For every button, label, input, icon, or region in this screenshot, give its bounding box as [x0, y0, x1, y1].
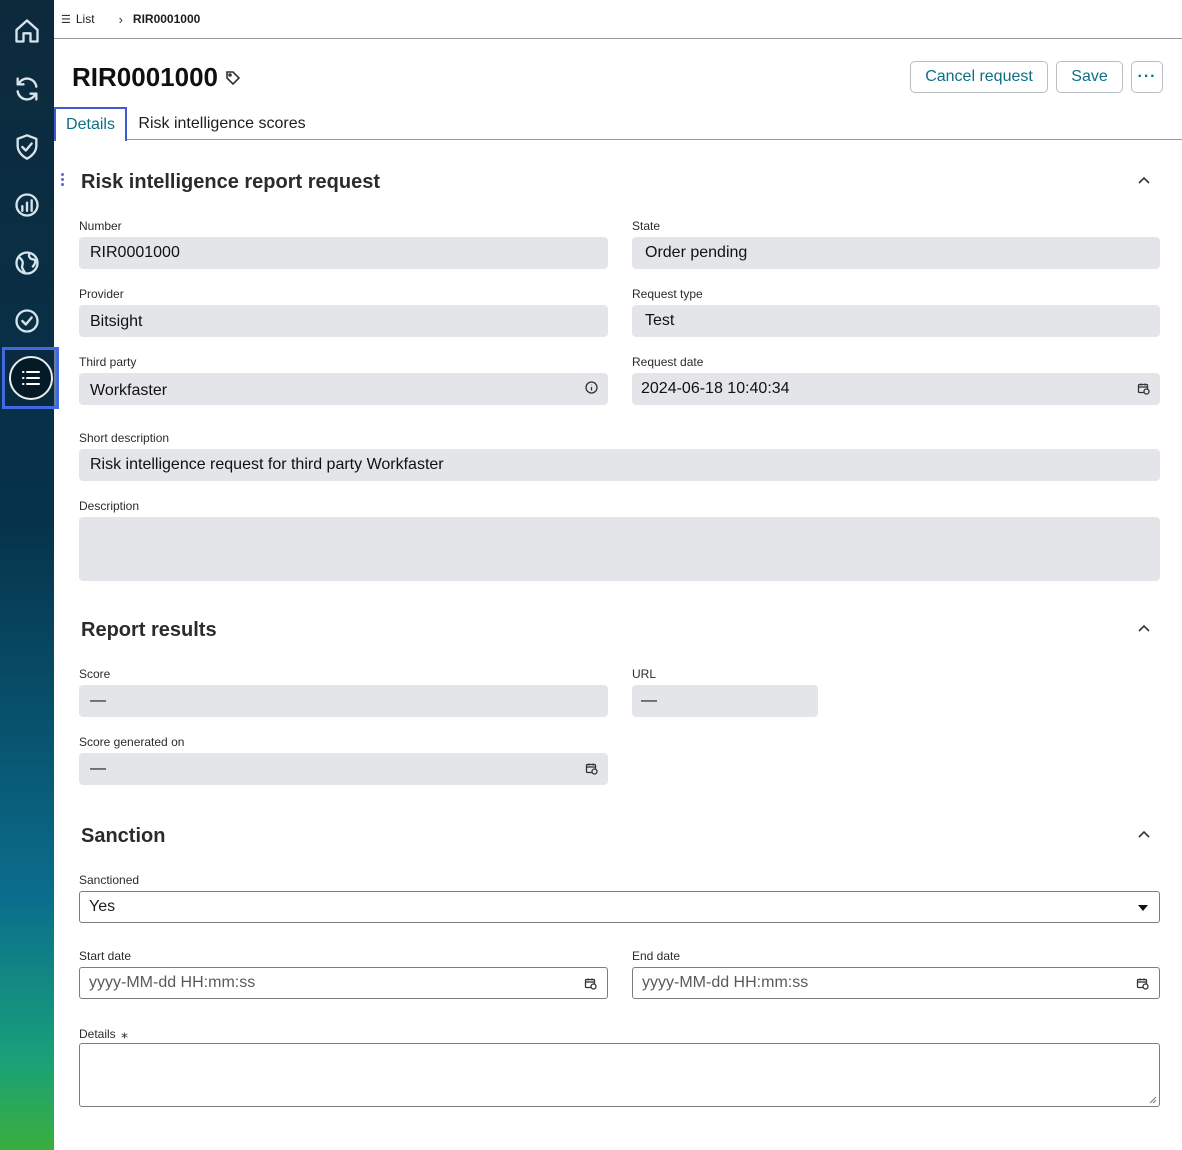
refresh-icon — [16, 77, 38, 101]
url-field[interactable]: — — [632, 685, 818, 717]
chevron-up-icon[interactable] — [1136, 621, 1152, 637]
section-title-results: Report results — [81, 619, 217, 641]
end-date-input[interactable]: yyyy-MM-dd HH:mm:ss — [632, 967, 1160, 999]
caret-down-icon — [1138, 905, 1148, 911]
details-label-text: Details — [79, 1027, 116, 1041]
third-party-value: Workfaster — [90, 381, 168, 399]
sidebar-dashboard[interactable] — [0, 176, 54, 234]
list-icon-circle — [8, 356, 53, 400]
tab-details[interactable]: Details — [54, 107, 127, 141]
calendar-icon[interactable] — [585, 762, 598, 775]
chevron-right-icon: › — [118, 11, 123, 27]
chevron-up-icon[interactable] — [1136, 827, 1152, 843]
calendar-icon[interactable] — [584, 977, 597, 990]
more-actions-button[interactable]: ··· — [1131, 61, 1163, 93]
tab-bar: Details Risk intelligence scores — [54, 107, 1182, 141]
provider-field[interactable]: Bitsight — [79, 305, 608, 337]
sidebar-globe[interactable] — [0, 234, 54, 292]
provider-value: Bitsight — [90, 313, 143, 330]
sidebar-list-active[interactable] — [2, 347, 59, 409]
short-description-field[interactable]: Risk intelligence request for third part… — [79, 449, 1160, 481]
home-icon — [15, 19, 39, 43]
left-sidebar — [0, 0, 59, 1150]
request-type-field[interactable]: Test — [632, 305, 1160, 337]
short-description-value: Risk intelligence request for third part… — [90, 456, 444, 473]
sidebar-tasks[interactable] — [0, 292, 54, 350]
globe-icon — [15, 251, 39, 275]
resize-handle-icon[interactable] — [1149, 1096, 1157, 1104]
sidebar-home[interactable] — [0, 2, 54, 60]
score-generated-label: Score generated on — [79, 735, 185, 749]
breadcrumb-current: RIR0001000 — [132, 12, 201, 26]
start-date-placeholder: yyyy-MM-dd HH:mm:ss — [89, 974, 256, 991]
details-label: Details ⁎ — [79, 1025, 128, 1042]
description-label: Description — [79, 499, 140, 513]
list-icon: ☰ — [61, 13, 71, 26]
request-type-label: Request type — [632, 287, 703, 301]
provider-label: Provider — [79, 287, 124, 301]
shield-check-icon — [16, 134, 38, 160]
breadcrumb-list-label: List — [75, 12, 95, 26]
calendar-icon[interactable] — [1136, 977, 1149, 990]
short-description-label: Short description — [79, 431, 170, 445]
section-title-sanction: Sanction — [81, 825, 166, 847]
score-label: Score — [79, 667, 111, 681]
score-generated-field[interactable]: — — [79, 753, 608, 785]
request-date-value: 2024-06-18 10:40:34 — [641, 380, 790, 397]
number-value: RIR0001000 — [90, 244, 180, 261]
start-date-label: Start date — [79, 949, 132, 963]
section-title-request: Risk intelligence report request — [81, 171, 380, 193]
sanctioned-select[interactable]: Yes — [79, 891, 1160, 923]
dashboard-gauge-icon — [15, 193, 39, 217]
calendar-icon[interactable] — [1137, 382, 1150, 395]
breadcrumb: ☰ List › RIR0001000 — [54, 0, 1182, 39]
score-field[interactable]: — — [79, 685, 608, 717]
url-label: URL — [632, 667, 657, 681]
sanctioned-label: Sanctioned — [79, 873, 140, 887]
list-icon — [21, 371, 40, 385]
tag-icon[interactable] — [225, 70, 241, 86]
end-date-label: End date — [632, 949, 681, 963]
tab-risk-intelligence-scores[interactable]: Risk intelligence scores — [136, 107, 308, 140]
start-date-input[interactable]: yyyy-MM-dd HH:mm:ss — [79, 967, 608, 999]
request-type-value: Test — [645, 312, 675, 329]
third-party-label: Third party — [79, 355, 137, 369]
page-title: RIR0001000 — [72, 62, 218, 92]
sanctioned-value: Yes — [89, 898, 116, 915]
url-value: — — [641, 692, 657, 709]
check-circle-icon — [15, 309, 39, 333]
score-generated-value: — — [90, 760, 106, 777]
drag-handle-icon[interactable] — [61, 173, 65, 188]
request-date-label: Request date — [632, 355, 704, 369]
third-party-field[interactable]: Workfaster — [79, 373, 608, 405]
state-field[interactable]: Order pending — [632, 237, 1160, 269]
save-button[interactable]: Save — [1056, 61, 1123, 93]
description-field[interactable] — [79, 517, 1160, 581]
details-textarea[interactable] — [79, 1043, 1160, 1107]
sidebar-refresh[interactable] — [0, 60, 54, 118]
info-icon[interactable] — [585, 381, 598, 394]
cancel-request-button[interactable]: Cancel request — [910, 61, 1048, 93]
state-label: State — [632, 219, 661, 233]
score-value: — — [90, 692, 106, 709]
sidebar-shield[interactable] — [0, 118, 54, 176]
number-label: Number — [79, 219, 122, 233]
state-value: Order pending — [645, 244, 748, 261]
end-date-placeholder: yyyy-MM-dd HH:mm:ss — [642, 974, 809, 991]
required-asterisk: ⁎ — [121, 1025, 129, 1041]
breadcrumb-list-link[interactable]: ☰ List — [61, 12, 95, 26]
chevron-up-icon[interactable] — [1136, 173, 1152, 189]
request-date-field[interactable]: 2024-06-18 10:40:34 — [632, 373, 1160, 405]
number-field[interactable]: RIR0001000 — [79, 237, 608, 269]
